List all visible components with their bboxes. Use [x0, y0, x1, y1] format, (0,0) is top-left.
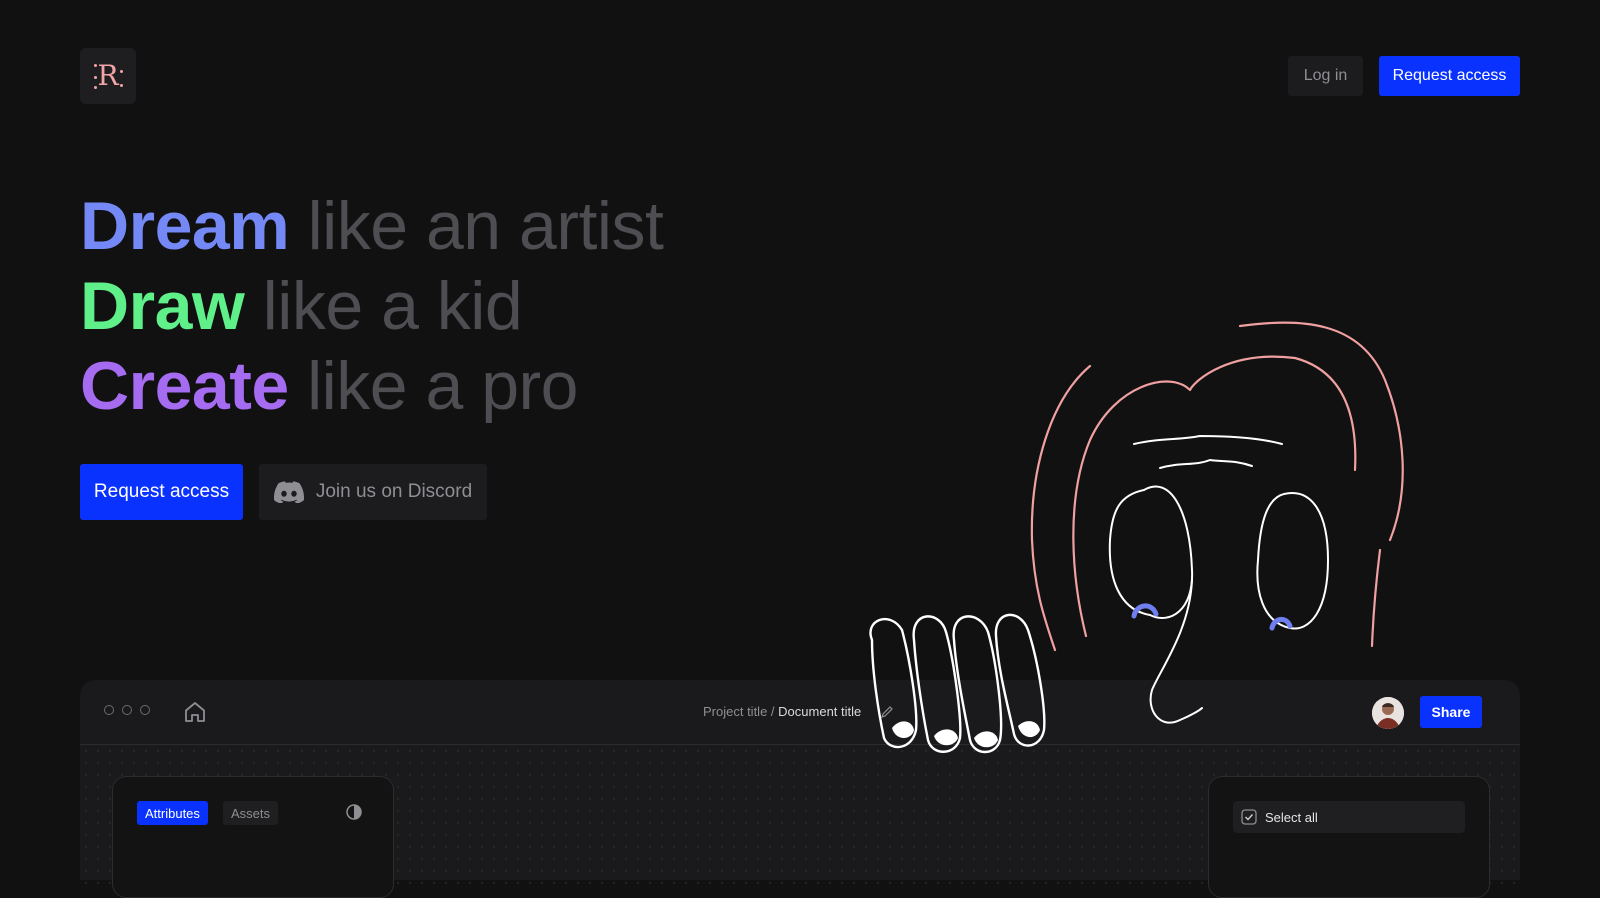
logo[interactable]: R [80, 48, 136, 104]
hair-top [1238, 321, 1404, 542]
request-access-button-header[interactable]: Request access [1379, 56, 1520, 96]
hero-word-draw: Draw [80, 268, 245, 344]
eyebrow-top [1133, 435, 1283, 445]
eyebrow-bottom [1159, 459, 1253, 469]
hair-right-strand [1370, 548, 1382, 648]
fingernail [974, 731, 998, 748]
right-eye [1256, 492, 1329, 630]
layers-panel: Select all [1208, 776, 1490, 898]
window-dot-icon[interactable] [140, 705, 150, 715]
breadcrumb: Project title / Document title [703, 704, 861, 719]
checkbox-icon[interactable] [1241, 809, 1257, 825]
login-button[interactable]: Log in [1288, 56, 1363, 96]
discord-button[interactable]: Join us on Discord [259, 464, 487, 520]
hero-line-dream: Dream like an artist [80, 186, 664, 266]
breadcrumb-document[interactable]: Document title [778, 704, 861, 719]
window-dot-icon[interactable] [122, 705, 132, 715]
logo-dot [120, 70, 123, 73]
hero-line-create: Create like a pro [80, 346, 663, 426]
cta-row: Request access Join us on Discord [80, 464, 487, 520]
doodle-illustration [869, 321, 1404, 754]
breadcrumb-project[interactable]: Project title [703, 704, 767, 719]
home-icon[interactable] [183, 700, 207, 724]
hero-line-draw: Draw like a kid [80, 266, 663, 346]
request-access-button[interactable]: Request access [80, 464, 243, 520]
attributes-panel: Attributes Assets [112, 776, 394, 898]
breadcrumb-separator: / [767, 704, 779, 719]
discord-icon [273, 481, 304, 503]
hero-rest-draw: like a kid [244, 268, 523, 344]
logo-dot [94, 76, 97, 79]
select-all-row[interactable]: Select all [1233, 801, 1465, 833]
window-controls [104, 705, 150, 715]
nose [1149, 579, 1203, 724]
logo-dot [94, 86, 97, 89]
fingernail [934, 729, 958, 746]
discord-button-label: Join us on Discord [315, 481, 473, 502]
hero-word-create: Create [80, 348, 289, 424]
hair-outer-left [1030, 364, 1092, 652]
hero-rest-dream: like an artist [289, 188, 664, 264]
logo-dot [94, 64, 97, 67]
tab-assets[interactable]: Assets [223, 801, 279, 825]
hair-inner-left [1072, 355, 1357, 638]
fingernail [892, 721, 914, 738]
logo-letter: R [97, 59, 119, 92]
contrast-icon[interactable] [345, 803, 363, 821]
fingernail [1018, 721, 1040, 738]
logo-dot [120, 84, 123, 87]
select-all-label: Select all [1265, 809, 1318, 825]
hero-headline: Dream like an artist Draw like a kid Cre… [80, 186, 664, 426]
tab-attributes[interactable]: Attributes [137, 801, 208, 825]
hero-rest-create: like a pro [288, 348, 578, 424]
left-eye [1108, 485, 1194, 619]
window-dot-icon[interactable] [104, 705, 114, 715]
hero-word-dream: Dream [80, 188, 290, 264]
